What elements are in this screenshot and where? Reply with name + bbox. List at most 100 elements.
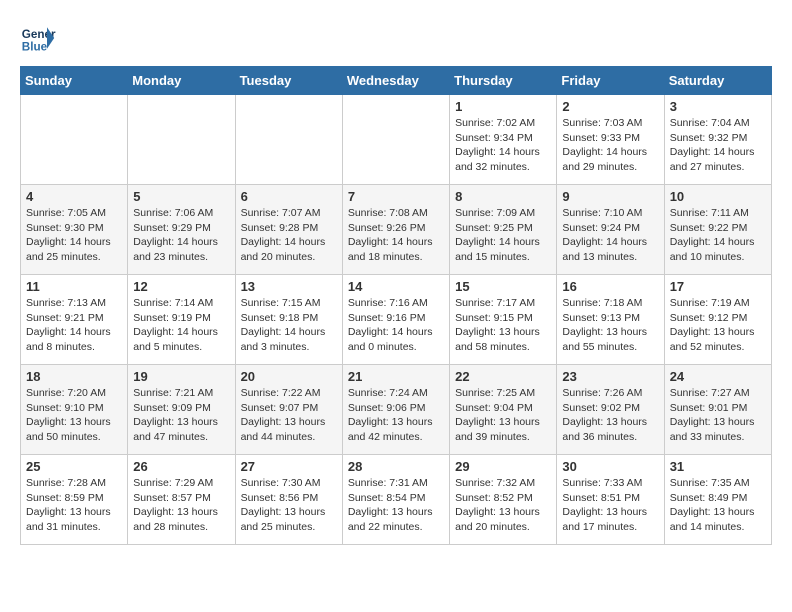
day-cell: 9 Sunrise: 7:10 AM Sunset: 9:24 PM Daylig…	[557, 185, 664, 275]
day-info: Sunrise: 7:13 AM Sunset: 9:21 PM Dayligh…	[26, 296, 122, 355]
day-cell	[342, 95, 449, 185]
day-info: Sunrise: 7:05 AM Sunset: 9:30 PM Dayligh…	[26, 206, 122, 265]
day-number: 7	[348, 189, 444, 204]
day-info: Sunrise: 7:21 AM Sunset: 9:09 PM Dayligh…	[133, 386, 229, 445]
day-info: Sunrise: 7:22 AM Sunset: 9:07 PM Dayligh…	[241, 386, 337, 445]
day-cell: 25Sunrise: 7:28 AM Sunset: 8:59 PM Dayli…	[21, 455, 128, 545]
header-day-wednesday: Wednesday	[342, 67, 449, 95]
day-number: 11	[26, 279, 122, 294]
day-cell: 28 Sunrise: 7:31 AM Sunset: 8:54 PM Dayli…	[342, 455, 449, 545]
day-number: 9	[562, 189, 658, 204]
day-number: 31	[670, 459, 766, 474]
week-row-1: 1 Sunrise: 7:02 AM Sunset: 9:34 PM Daylig…	[21, 95, 772, 185]
day-info: Sunrise: 7:08 AM Sunset: 9:26 PM Dayligh…	[348, 206, 444, 265]
header-day-monday: Monday	[128, 67, 235, 95]
day-number: 25	[26, 459, 122, 474]
day-number: 21	[348, 369, 444, 384]
week-row-5: 25Sunrise: 7:28 AM Sunset: 8:59 PM Dayli…	[21, 455, 772, 545]
day-cell	[21, 95, 128, 185]
day-number: 29	[455, 459, 551, 474]
day-number: 8	[455, 189, 551, 204]
day-cell	[235, 95, 342, 185]
day-number: 26	[133, 459, 229, 474]
day-number: 2	[562, 99, 658, 114]
logo: General Blue	[20, 20, 60, 56]
header-day-sunday: Sunday	[21, 67, 128, 95]
calendar-table: SundayMondayTuesdayWednesdayThursdayFrid…	[20, 66, 772, 545]
day-info: Sunrise: 7:30 AM Sunset: 8:56 PM Dayligh…	[241, 476, 337, 535]
day-cell: 1 Sunrise: 7:02 AM Sunset: 9:34 PM Daylig…	[450, 95, 557, 185]
day-cell: 30Sunrise: 7:33 AM Sunset: 8:51 PM Dayli…	[557, 455, 664, 545]
day-cell: 21 Sunrise: 7:24 AM Sunset: 9:06 PM Dayli…	[342, 365, 449, 455]
day-number: 5	[133, 189, 229, 204]
day-cell: 6Sunrise: 7:07 AM Sunset: 9:28 PM Daylig…	[235, 185, 342, 275]
day-number: 27	[241, 459, 337, 474]
day-cell: 4Sunrise: 7:05 AM Sunset: 9:30 PM Daylig…	[21, 185, 128, 275]
header-day-friday: Friday	[557, 67, 664, 95]
day-info: Sunrise: 7:16 AM Sunset: 9:16 PM Dayligh…	[348, 296, 444, 355]
day-number: 16	[562, 279, 658, 294]
day-number: 23	[562, 369, 658, 384]
day-number: 19	[133, 369, 229, 384]
header-day-tuesday: Tuesday	[235, 67, 342, 95]
day-cell: 27 Sunrise: 7:30 AM Sunset: 8:56 PM Dayli…	[235, 455, 342, 545]
day-info: Sunrise: 7:29 AM Sunset: 8:57 PM Dayligh…	[133, 476, 229, 535]
day-number: 17	[670, 279, 766, 294]
week-row-4: 18 Sunrise: 7:20 AM Sunset: 9:10 PM Dayli…	[21, 365, 772, 455]
day-cell: 24 Sunrise: 7:27 AM Sunset: 9:01 PM Dayli…	[664, 365, 771, 455]
day-cell: 20 Sunrise: 7:22 AM Sunset: 9:07 PM Dayli…	[235, 365, 342, 455]
day-cell: 17 Sunrise: 7:19 AM Sunset: 9:12 PM Dayli…	[664, 275, 771, 365]
week-row-2: 4Sunrise: 7:05 AM Sunset: 9:30 PM Daylig…	[21, 185, 772, 275]
header-row: SundayMondayTuesdayWednesdayThursdayFrid…	[21, 67, 772, 95]
day-cell	[128, 95, 235, 185]
day-cell: 13 Sunrise: 7:15 AM Sunset: 9:18 PM Dayli…	[235, 275, 342, 365]
header-day-thursday: Thursday	[450, 67, 557, 95]
svg-text:Blue: Blue	[22, 41, 48, 54]
day-number: 1	[455, 99, 551, 114]
day-info: Sunrise: 7:02 AM Sunset: 9:34 PM Dayligh…	[455, 116, 551, 175]
day-info: Sunrise: 7:35 AM Sunset: 8:49 PM Dayligh…	[670, 476, 766, 535]
day-info: Sunrise: 7:32 AM Sunset: 8:52 PM Dayligh…	[455, 476, 551, 535]
day-number: 30	[562, 459, 658, 474]
day-number: 14	[348, 279, 444, 294]
day-number: 28	[348, 459, 444, 474]
day-number: 10	[670, 189, 766, 204]
day-cell: 7 Sunrise: 7:08 AM Sunset: 9:26 PM Daylig…	[342, 185, 449, 275]
day-info: Sunrise: 7:26 AM Sunset: 9:02 PM Dayligh…	[562, 386, 658, 445]
day-info: Sunrise: 7:10 AM Sunset: 9:24 PM Dayligh…	[562, 206, 658, 265]
day-info: Sunrise: 7:31 AM Sunset: 8:54 PM Dayligh…	[348, 476, 444, 535]
day-info: Sunrise: 7:06 AM Sunset: 9:29 PM Dayligh…	[133, 206, 229, 265]
day-cell: 15Sunrise: 7:17 AM Sunset: 9:15 PM Dayli…	[450, 275, 557, 365]
day-info: Sunrise: 7:14 AM Sunset: 9:19 PM Dayligh…	[133, 296, 229, 355]
day-number: 6	[241, 189, 337, 204]
day-number: 24	[670, 369, 766, 384]
day-number: 22	[455, 369, 551, 384]
day-info: Sunrise: 7:25 AM Sunset: 9:04 PM Dayligh…	[455, 386, 551, 445]
day-info: Sunrise: 7:20 AM Sunset: 9:10 PM Dayligh…	[26, 386, 122, 445]
day-info: Sunrise: 7:11 AM Sunset: 9:22 PM Dayligh…	[670, 206, 766, 265]
day-cell: 31 Sunrise: 7:35 AM Sunset: 8:49 PM Dayli…	[664, 455, 771, 545]
day-cell: 19 Sunrise: 7:21 AM Sunset: 9:09 PM Dayli…	[128, 365, 235, 455]
day-cell: 12Sunrise: 7:14 AM Sunset: 9:19 PM Dayli…	[128, 275, 235, 365]
day-number: 20	[241, 369, 337, 384]
day-cell: 29 Sunrise: 7:32 AM Sunset: 8:52 PM Dayli…	[450, 455, 557, 545]
logo-icon: General Blue	[20, 20, 56, 56]
day-info: Sunrise: 7:03 AM Sunset: 9:33 PM Dayligh…	[562, 116, 658, 175]
day-info: Sunrise: 7:15 AM Sunset: 9:18 PM Dayligh…	[241, 296, 337, 355]
day-info: Sunrise: 7:04 AM Sunset: 9:32 PM Dayligh…	[670, 116, 766, 175]
day-cell: 23 Sunrise: 7:26 AM Sunset: 9:02 PM Dayli…	[557, 365, 664, 455]
day-info: Sunrise: 7:24 AM Sunset: 9:06 PM Dayligh…	[348, 386, 444, 445]
day-cell: 5 Sunrise: 7:06 AM Sunset: 9:29 PM Daylig…	[128, 185, 235, 275]
day-cell: 18 Sunrise: 7:20 AM Sunset: 9:10 PM Dayli…	[21, 365, 128, 455]
header-day-saturday: Saturday	[664, 67, 771, 95]
day-info: Sunrise: 7:19 AM Sunset: 9:12 PM Dayligh…	[670, 296, 766, 355]
day-number: 18	[26, 369, 122, 384]
day-cell: 10 Sunrise: 7:11 AM Sunset: 9:22 PM Dayli…	[664, 185, 771, 275]
day-info: Sunrise: 7:27 AM Sunset: 9:01 PM Dayligh…	[670, 386, 766, 445]
day-info: Sunrise: 7:09 AM Sunset: 9:25 PM Dayligh…	[455, 206, 551, 265]
day-cell: 22 Sunrise: 7:25 AM Sunset: 9:04 PM Dayli…	[450, 365, 557, 455]
day-info: Sunrise: 7:18 AM Sunset: 9:13 PM Dayligh…	[562, 296, 658, 355]
day-number: 13	[241, 279, 337, 294]
day-cell: 14 Sunrise: 7:16 AM Sunset: 9:16 PM Dayli…	[342, 275, 449, 365]
day-number: 15	[455, 279, 551, 294]
